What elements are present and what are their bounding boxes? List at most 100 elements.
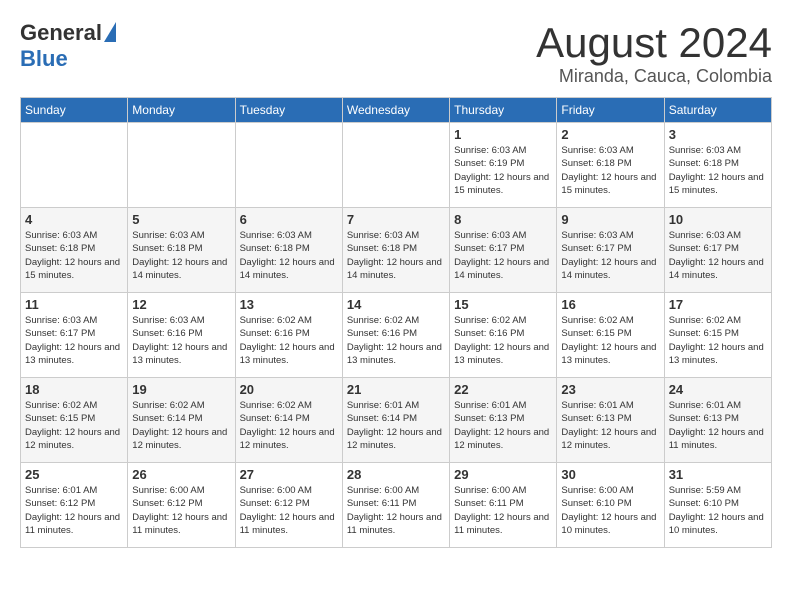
- page-header: General Blue August 2024 Miranda, Cauca,…: [20, 20, 772, 87]
- day-info: Sunrise: 6:01 AM Sunset: 6:14 PM Dayligh…: [347, 399, 445, 452]
- calendar-cell: 26 Sunrise: 6:00 AM Sunset: 6:12 PM Dayli…: [128, 463, 235, 548]
- day-info: Sunrise: 6:02 AM Sunset: 6:16 PM Dayligh…: [454, 314, 552, 367]
- calendar-cell: 6 Sunrise: 6:03 AM Sunset: 6:18 PM Daylig…: [235, 208, 342, 293]
- location-subtitle: Miranda, Cauca, Colombia: [536, 66, 772, 87]
- calendar-cell: 1Sunrise: 6:03 AM Sunset: 6:19 PM Daylig…: [450, 123, 557, 208]
- day-number: 6: [240, 212, 338, 227]
- day-info: Sunrise: 6:02 AM Sunset: 6:16 PM Dayligh…: [240, 314, 338, 367]
- day-number: 1: [454, 127, 552, 142]
- calendar-cell: 17 Sunrise: 6:02 AM Sunset: 6:15 PM Dayli…: [664, 293, 771, 378]
- day-of-week-header: Wednesday: [342, 98, 449, 123]
- calendar-cell: 31 Sunrise: 5:59 AM Sunset: 6:10 PM Dayli…: [664, 463, 771, 548]
- day-of-week-header: Friday: [557, 98, 664, 123]
- calendar-cell: [235, 123, 342, 208]
- day-info: Sunrise: 6:02 AM Sunset: 6:14 PM Dayligh…: [132, 399, 230, 452]
- calendar-week-row: 11 Sunrise: 6:03 AM Sunset: 6:17 PM Dayli…: [21, 293, 772, 378]
- calendar-cell: 13 Sunrise: 6:02 AM Sunset: 6:16 PM Dayli…: [235, 293, 342, 378]
- calendar-cell: [21, 123, 128, 208]
- logo-blue-text: Blue: [20, 46, 68, 72]
- calendar-cell: 2Sunrise: 6:03 AM Sunset: 6:18 PM Daylig…: [557, 123, 664, 208]
- logo: General Blue: [20, 20, 116, 72]
- day-number: 10: [669, 212, 767, 227]
- day-number: 11: [25, 297, 123, 312]
- day-number: 30: [561, 467, 659, 482]
- calendar-cell: 9 Sunrise: 6:03 AM Sunset: 6:17 PM Daylig…: [557, 208, 664, 293]
- day-info: Sunrise: 6:02 AM Sunset: 6:15 PM Dayligh…: [25, 399, 123, 452]
- day-number: 13: [240, 297, 338, 312]
- calendar-cell: 20 Sunrise: 6:02 AM Sunset: 6:14 PM Dayli…: [235, 378, 342, 463]
- calendar-cell: 14 Sunrise: 6:02 AM Sunset: 6:16 PM Dayli…: [342, 293, 449, 378]
- day-number: 9: [561, 212, 659, 227]
- day-number: 25: [25, 467, 123, 482]
- day-number: 16: [561, 297, 659, 312]
- calendar-week-row: 25Sunrise: 6:01 AM Sunset: 6:12 PM Dayli…: [21, 463, 772, 548]
- day-number: 17: [669, 297, 767, 312]
- day-number: 27: [240, 467, 338, 482]
- calendar-table: SundayMondayTuesdayWednesdayThursdayFrid…: [20, 97, 772, 548]
- day-number: 5: [132, 212, 230, 227]
- day-info: Sunrise: 6:03 AM Sunset: 6:18 PM Dayligh…: [561, 144, 659, 197]
- day-info: Sunrise: 6:03 AM Sunset: 6:17 PM Dayligh…: [25, 314, 123, 367]
- day-info: Sunrise: 6:00 AM Sunset: 6:11 PM Dayligh…: [454, 484, 552, 537]
- day-of-week-header: Tuesday: [235, 98, 342, 123]
- day-number: 8: [454, 212, 552, 227]
- day-of-week-header: Saturday: [664, 98, 771, 123]
- day-info: Sunrise: 6:00 AM Sunset: 6:12 PM Dayligh…: [132, 484, 230, 537]
- calendar-cell: 23 Sunrise: 6:01 AM Sunset: 6:13 PM Dayli…: [557, 378, 664, 463]
- calendar-cell: 29 Sunrise: 6:00 AM Sunset: 6:11 PM Dayli…: [450, 463, 557, 548]
- day-number: 4: [25, 212, 123, 227]
- calendar-cell: 16 Sunrise: 6:02 AM Sunset: 6:15 PM Dayli…: [557, 293, 664, 378]
- day-number: 29: [454, 467, 552, 482]
- day-info: Sunrise: 6:03 AM Sunset: 6:17 PM Dayligh…: [561, 229, 659, 282]
- day-number: 20: [240, 382, 338, 397]
- calendar-cell: 10 Sunrise: 6:03 AM Sunset: 6:17 PM Dayli…: [664, 208, 771, 293]
- day-info: Sunrise: 6:02 AM Sunset: 6:16 PM Dayligh…: [347, 314, 445, 367]
- calendar-cell: 30 Sunrise: 6:00 AM Sunset: 6:10 PM Dayli…: [557, 463, 664, 548]
- calendar-cell: 11 Sunrise: 6:03 AM Sunset: 6:17 PM Dayli…: [21, 293, 128, 378]
- calendar-cell: 8 Sunrise: 6:03 AM Sunset: 6:17 PM Daylig…: [450, 208, 557, 293]
- day-of-week-header: Monday: [128, 98, 235, 123]
- day-number: 26: [132, 467, 230, 482]
- calendar-cell: 28Sunrise: 6:00 AM Sunset: 6:11 PM Dayli…: [342, 463, 449, 548]
- day-number: 7: [347, 212, 445, 227]
- day-info: Sunrise: 6:02 AM Sunset: 6:15 PM Dayligh…: [669, 314, 767, 367]
- day-info: Sunrise: 5:59 AM Sunset: 6:10 PM Dayligh…: [669, 484, 767, 537]
- day-info: Sunrise: 6:02 AM Sunset: 6:15 PM Dayligh…: [561, 314, 659, 367]
- calendar-cell: [128, 123, 235, 208]
- day-number: 15: [454, 297, 552, 312]
- day-number: 14: [347, 297, 445, 312]
- logo-triangle-icon: [104, 22, 116, 42]
- day-number: 22: [454, 382, 552, 397]
- calendar-cell: 18 Sunrise: 6:02 AM Sunset: 6:15 PM Dayli…: [21, 378, 128, 463]
- month-year-title: August 2024: [536, 20, 772, 66]
- day-info: Sunrise: 6:03 AM Sunset: 6:18 PM Dayligh…: [132, 229, 230, 282]
- day-number: 18: [25, 382, 123, 397]
- calendar-header-row: SundayMondayTuesdayWednesdayThursdayFrid…: [21, 98, 772, 123]
- day-info: Sunrise: 6:01 AM Sunset: 6:13 PM Dayligh…: [454, 399, 552, 452]
- calendar-cell: [342, 123, 449, 208]
- day-number: 21: [347, 382, 445, 397]
- day-info: Sunrise: 6:01 AM Sunset: 6:13 PM Dayligh…: [669, 399, 767, 452]
- day-number: 23: [561, 382, 659, 397]
- day-info: Sunrise: 6:03 AM Sunset: 6:18 PM Dayligh…: [240, 229, 338, 282]
- calendar-cell: 15 Sunrise: 6:02 AM Sunset: 6:16 PM Dayli…: [450, 293, 557, 378]
- day-info: Sunrise: 6:00 AM Sunset: 6:12 PM Dayligh…: [240, 484, 338, 537]
- calendar-cell: 22 Sunrise: 6:01 AM Sunset: 6:13 PM Dayli…: [450, 378, 557, 463]
- day-info: Sunrise: 6:03 AM Sunset: 6:18 PM Dayligh…: [669, 144, 767, 197]
- day-info: Sunrise: 6:01 AM Sunset: 6:13 PM Dayligh…: [561, 399, 659, 452]
- day-number: 19: [132, 382, 230, 397]
- calendar-cell: 25Sunrise: 6:01 AM Sunset: 6:12 PM Dayli…: [21, 463, 128, 548]
- day-number: 12: [132, 297, 230, 312]
- day-info: Sunrise: 6:00 AM Sunset: 6:10 PM Dayligh…: [561, 484, 659, 537]
- day-number: 28: [347, 467, 445, 482]
- day-info: Sunrise: 6:03 AM Sunset: 6:17 PM Dayligh…: [669, 229, 767, 282]
- calendar-cell: 5 Sunrise: 6:03 AM Sunset: 6:18 PM Daylig…: [128, 208, 235, 293]
- title-area: August 2024 Miranda, Cauca, Colombia: [536, 20, 772, 87]
- calendar-cell: 3Sunrise: 6:03 AM Sunset: 6:18 PM Daylig…: [664, 123, 771, 208]
- calendar-cell: 27 Sunrise: 6:00 AM Sunset: 6:12 PM Dayli…: [235, 463, 342, 548]
- day-number: 31: [669, 467, 767, 482]
- calendar-cell: 7Sunrise: 6:03 AM Sunset: 6:18 PM Daylig…: [342, 208, 449, 293]
- day-info: Sunrise: 6:02 AM Sunset: 6:14 PM Dayligh…: [240, 399, 338, 452]
- day-info: Sunrise: 6:03 AM Sunset: 6:17 PM Dayligh…: [454, 229, 552, 282]
- day-info: Sunrise: 6:03 AM Sunset: 6:16 PM Dayligh…: [132, 314, 230, 367]
